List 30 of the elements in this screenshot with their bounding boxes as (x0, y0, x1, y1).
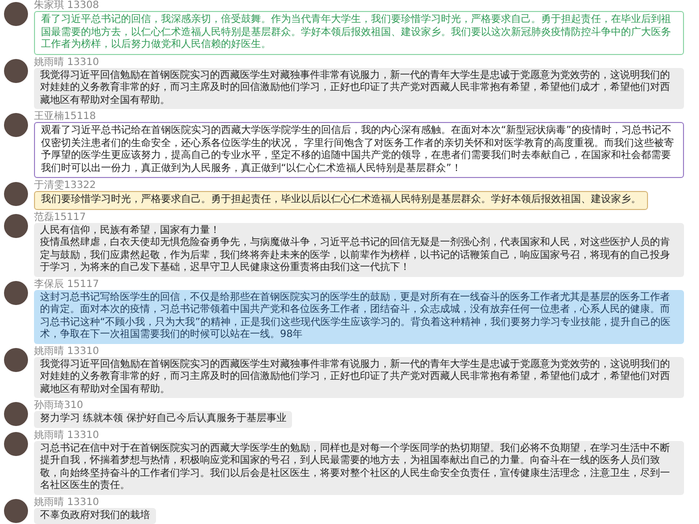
message-bubble: 努力学习 练就本领 保护好自己今后认真服务于基层事业 (34, 411, 292, 428)
message-bubble: 习总书记在信中对于在首钢医院实习的西藏大学医学生的勉励，同样也是对每一个学医同学的热切期望。我们必将不负期望，在学习生活中不断提升自我，怀揣着梦想与热情，积极响应党和国家的号召，到人民最需要的地方去，为祖国奉献出自己的力量。向奋斗在一线的医务人员们致敬，向始终坚持奋斗的工作者们学习。我们以后会是社区医生，将要对整个社区的人民生命安全负责任，宣传健康生活理念，注意卫生，尽到一名社区医生的责任。 (34, 440, 684, 494)
message-bubble: 我觉得习近平回信勉励在首钢医院实习的西藏医学生对藏独事件非常有说服力，新一代的青年大学生是忠诚于党愿意为党效劳的，这说明我们的对娃娃的义务教育非常的好，而习主席及时的回信激励他们学习，正好也印证了共产党对西藏人民非常抱有希望，希望他们成才，希望他们对西藏地区有帮助对全国有帮助。 (34, 356, 684, 398)
avatar (4, 402, 28, 426)
message-text: 疫情虽然肆虐，白衣天使却无惧危险奋勇争先，与病魔做斗争，习近平总书记的回信无疑是一剂强心剂，代表国家和人民，对这些医护人员的肯定与鼓励，我们应肃然起敬，作为后辈，我们终将奔赴未来的医学，以前辈作为榜样，以书记的话鞭策自己，响应国家号召，将现有的自己投身于学习，为将来的自己发下基础，迟早守卫人民健康这份重责将由我们这一代抗下！ (40, 237, 671, 274)
message-bubble: 这封习总书记写给医学生的回信，不仅是给那些在首钢医院实习的医学生的鼓励，更是对所有在一线奋斗的医务工作者尤其是基层的医务工作者的肯定。面对本次的疫情，习总书记带领着中国共产党和各位医务工作者，团结奋斗，众志成城，没有放弃任何一位患者，心系人民的健康。而习总书记这种“不顾小我，只为大我”的精神，正是我们这些现代医学生应该学习的。背负着这种精神，我们要努力学习专业技能，提升自己的医术，争取在下一次祖国需要我们的时候可以站在一线。98年 (34, 290, 684, 344)
avatar (4, 348, 28, 372)
message-text: 人民有信仰，民族有希望，国家有力量！ (40, 224, 221, 236)
avatar (4, 214, 28, 238)
avatar (4, 182, 28, 206)
sender-name: 孙雨琦310 (34, 400, 84, 411)
avatar (4, 2, 28, 26)
sender-name: 姚雨晴 13310 (34, 496, 99, 508)
message-bubble: 观看了习近平总书记给在首钢医院实习的西藏大学医学院学生的回信后，我的内心深有感触。在面对本次“新型冠状病毒”的疫情时，习总书记不仅密切关注患者们的生命安全，还心系各位医学生的状况， 字里行间饱含了对医务工作者的亲切关怀和对医学教育的高度重视。而我们这些被寄予厚望的医学生更应该努力，提高自己的专业水平，坚定不移的追随中国共产党的领导，在患者们需要我们时去奉献自己，在国家和社会都需要我们时可以出一份力，真正做到为人民服务，真正做到“以仁心仁术造福人民特别是基层群众”！ (34, 122, 684, 178)
sender-name: 李保辰 15117 (34, 278, 99, 290)
avatar (4, 280, 28, 304)
message-bubble: 我觉得习近平回信勉励在首钢医院实习的西藏医学生对藏独事件非常有说服力，新一代的青年大学生是忠诚于党愿意为党效劳的，这说明我们的对娃娃的义务教育非常的好，而习主席及时的回信激励他们学习，正好也印证了共产党对西藏人民非常抱有希望，希望他们成才，希望他们对西藏地区有帮助对全国有帮助。 (34, 68, 684, 109)
avatar (4, 58, 28, 82)
avatar (4, 498, 28, 522)
message-bubble: 看了习近平总书记的回信，我深感亲切，倍受鼓舞。作为当代青年大学生，我们要珍惜学习时光，严格要求自己。勇于担起责任，在毕业后到祖国最需要的地方去，以仁心仁术造福人民特别是基层群众。学好本领后报效祖国、建设家乡。我们要以这次新冠肺炎疫情防控斗争中的广大医务工作者为榜样，以后努力做党和人民信赖的好医生。 (34, 11, 684, 54)
sender-name: 范磊15117 (34, 212, 86, 222)
sender-name: 于清雯13322 (34, 180, 96, 191)
sender-name: 姚雨晴 13310 (34, 430, 99, 440)
message-bubble: 不辜负政府对我们的栽培 (34, 508, 156, 524)
sender-name: 王亚楠15118 (34, 111, 96, 122)
avatar (4, 113, 28, 137)
avatar (4, 432, 28, 456)
message-bubble: 我们要珍惜学习时光，严格要求自己。勇于担起责任，毕业以后以仁心仁术造福人民特别是基层群众。学好本领后报效祖国、建设家乡。 (34, 191, 648, 210)
sender-name: 姚雨晴 13310 (34, 346, 99, 356)
sender-name: 姚雨晴 13310 (34, 56, 99, 68)
